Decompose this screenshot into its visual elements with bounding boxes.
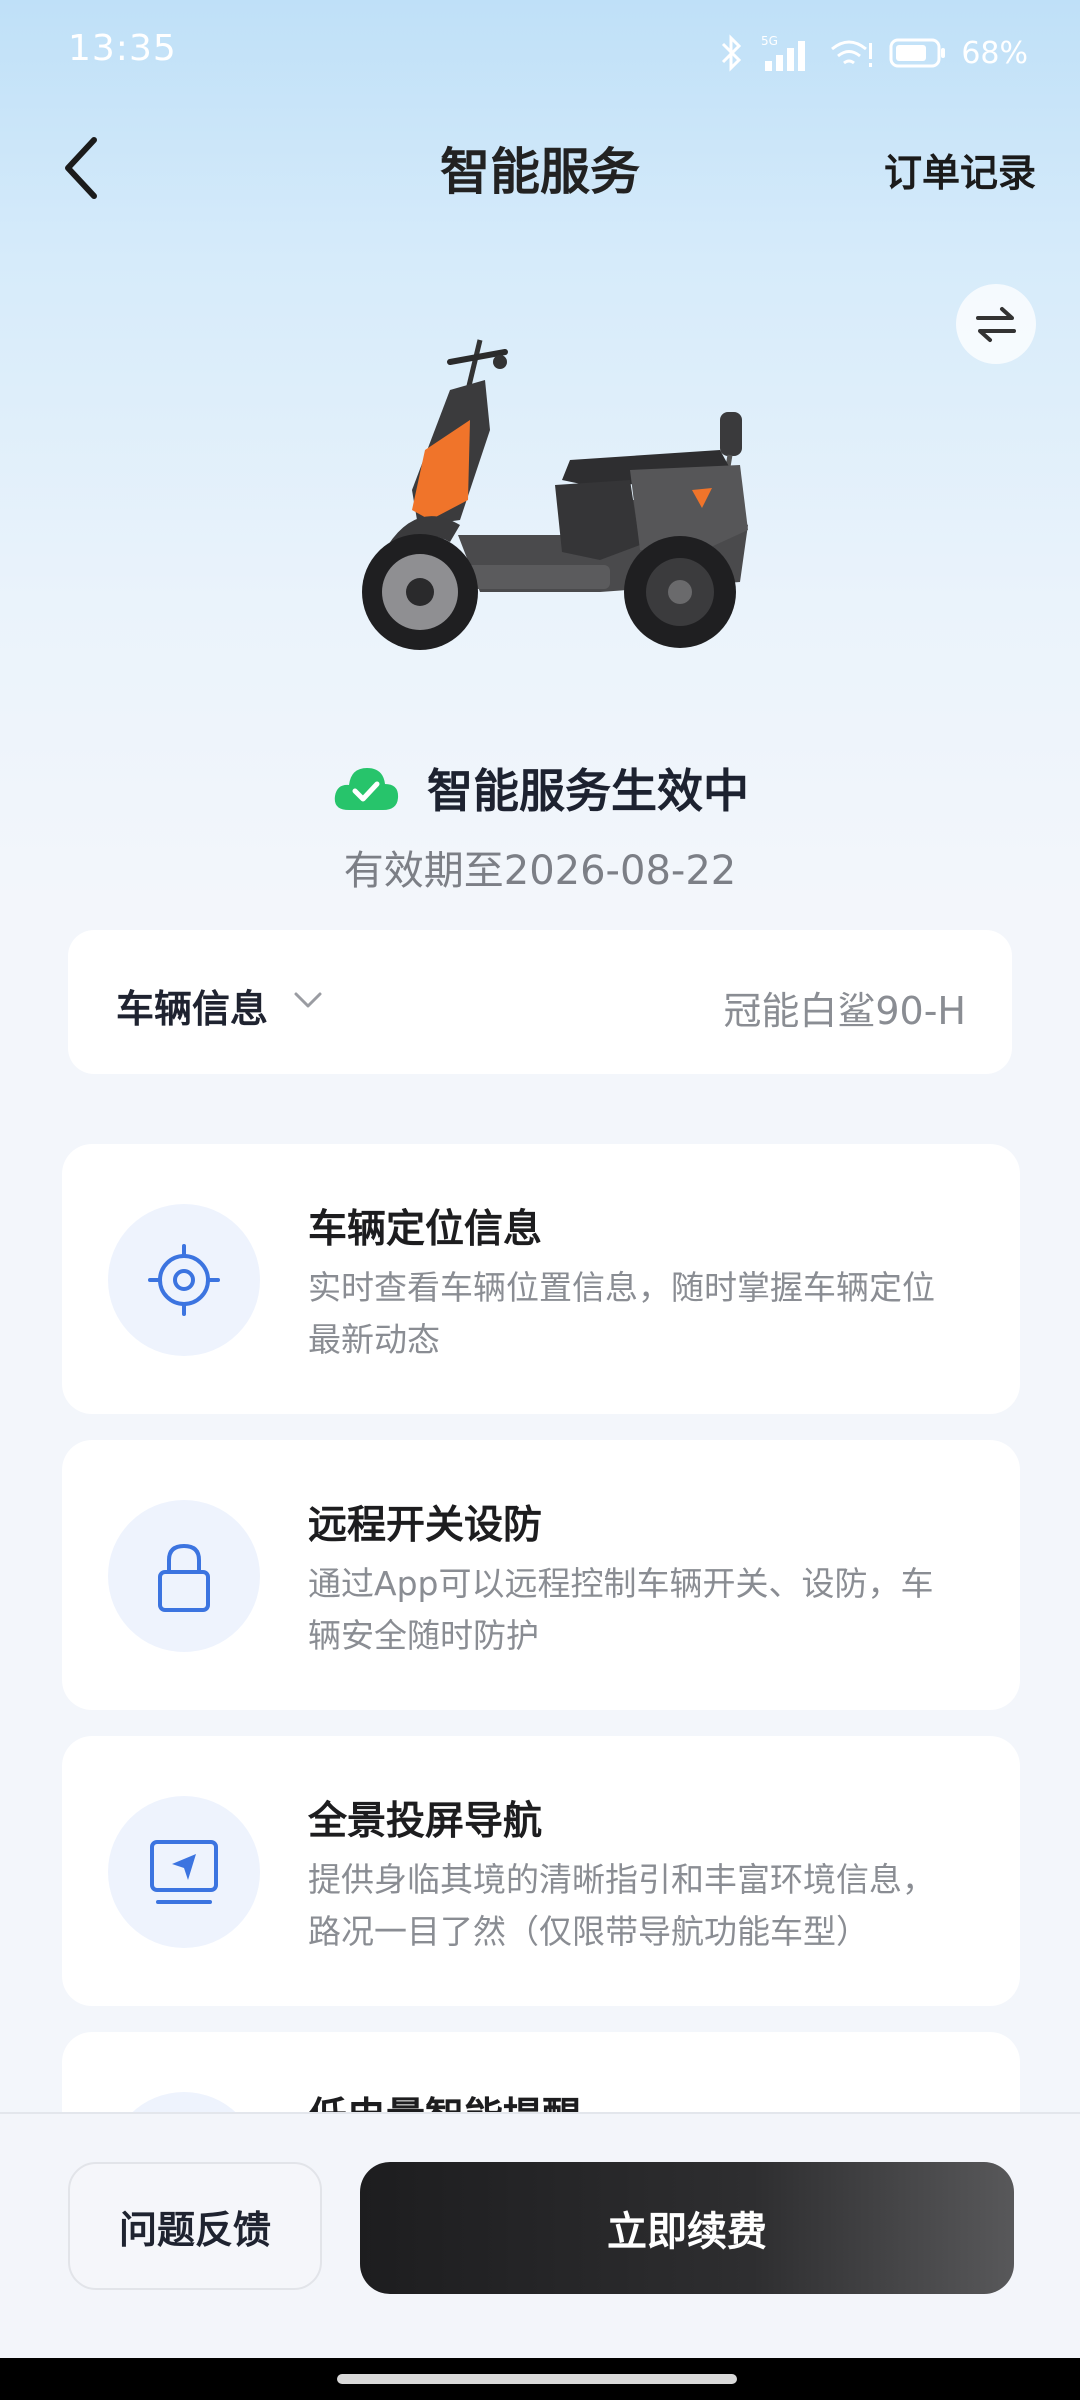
vehicle-info-card[interactable]: 车辆信息 冠能白鲨90-H [68,930,1012,1074]
wifi-icon [831,40,873,67]
renew-button[interactable]: 立即续费 [360,2162,1014,2294]
feedback-button[interactable]: 问题反馈 [68,2162,322,2290]
status-icons: 5G 68% [719,28,1028,78]
feature-desc-line: 通过App可以远程控制车辆开关、设防，车 [308,1564,934,1603]
feature-title: 车辆定位信息 [308,1207,543,1252]
bottom-action-bar: 问题反馈 立即续费 [0,2112,1080,2360]
feature-card-location[interactable]: 车辆定位信息 实时查看车辆位置信息，随时掌握车辆定位 最新动态 [62,1144,1020,1414]
feature-desc-line: 辆安全随时防护 [308,1616,539,1655]
switch-vehicle-button[interactable] [956,284,1036,364]
order-records-link[interactable]: 订单记录 [884,142,1036,197]
battery-status-icon [889,38,946,68]
screen-navigation-icon [150,1840,218,1904]
status-time: 13:35 [68,28,177,69]
service-status: 智能服务生效中 [0,748,1080,828]
chevron-down-icon [294,992,322,1008]
vehicle-name: 冠能白鲨90-H [723,989,966,1033]
feature-icon-badge [108,1204,260,1356]
battery-percent: 68% [961,35,1028,71]
feature-card-navigation[interactable]: 全景投屏导航 提供身临其境的清晰指引和丰富环境信息， 路况一目了然（仅限带导航功… [62,1736,1020,2006]
feature-icon-badge [108,1796,260,1948]
expiry-date: 有效期至2026-08-22 [343,848,737,894]
feature-description: 提供身临其境的清晰指引和丰富环境信息， 路况一目了然（仅限带导航功能车型） [308,1854,988,1958]
feature-card-remote-lock[interactable]: 远程开关设防 通过App可以远程控制车辆开关、设防，车 辆安全随时防护 [62,1440,1020,1710]
feature-desc-line: 路况一目了然（仅限带导航功能车型） [308,1912,869,1951]
feature-desc-line: 最新动态 [308,1320,440,1359]
scooter-image [362,339,748,650]
feature-desc-line: 实时查看车辆位置信息，随时掌握车辆定位 [308,1268,935,1307]
vehicle-info-label: 车辆信息 [116,987,269,1031]
network-type-label: 5G [761,34,778,48]
bluetooth-icon [722,34,742,72]
feature-icon-badge [108,1500,260,1652]
home-indicator[interactable] [337,2374,737,2384]
service-status-text: 智能服务生效中 [427,764,749,818]
swap-arrows-icon [976,307,1016,342]
lock-icon [158,1543,210,1612]
location-target-icon [148,1244,220,1316]
system-nav-bar [0,2358,1080,2400]
feature-description: 通过App可以远程控制车辆开关、设防，车 辆安全随时防护 [308,1558,988,1662]
feature-description: 实时查看车辆位置信息，随时掌握车辆定位 最新动态 [308,1262,988,1366]
cloud-check-icon [334,768,399,810]
feature-title: 全景投屏导航 [308,1799,543,1844]
feature-title: 远程开关设防 [308,1503,543,1548]
cellular-signal-icon: 5G [761,34,806,71]
feature-desc-line: 提供身临其境的清晰指引和丰富环境信息， [308,1860,935,1899]
